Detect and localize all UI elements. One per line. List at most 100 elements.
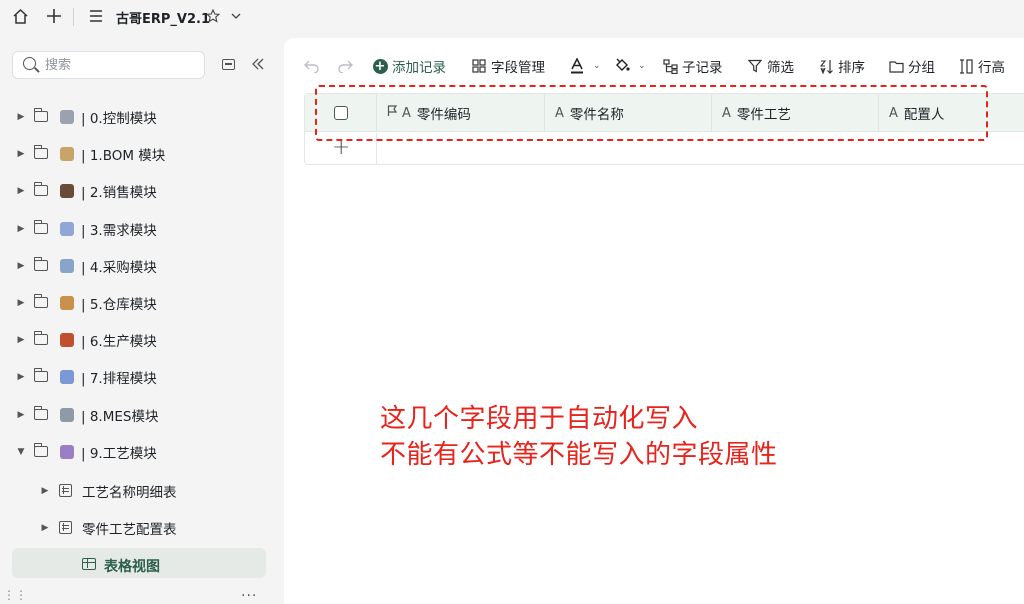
module-label: | 7.排程模块 — [81, 370, 157, 387]
sort-icon — [818, 58, 834, 74]
collapse-all-button[interactable] — [219, 55, 237, 73]
sidebar-module-item[interactable]: ▶ | 4.采购模块 — [0, 247, 284, 284]
folder-icon — [33, 182, 48, 196]
search-box[interactable] — [12, 51, 205, 79]
fill-color-button[interactable]: ⌄ — [614, 56, 646, 76]
plus-circle-icon: + — [372, 58, 388, 74]
sidebar-module-item[interactable]: ▶ | 2.销售模块 — [0, 172, 284, 209]
module-label: | 9.工艺模块 — [81, 445, 157, 462]
chevron-down-icon: ⌄ — [638, 61, 646, 71]
robot-icon — [60, 444, 74, 459]
add-record-button[interactable]: + 添加记录 — [372, 56, 446, 76]
caret-down-icon[interactable]: ▼ — [16, 447, 26, 457]
text-color-button[interactable]: ⌄ — [569, 56, 601, 76]
redo-icon — [338, 60, 353, 73]
folder-icon — [33, 368, 48, 382]
folder-icon — [33, 443, 48, 457]
caret-right-icon[interactable]: ▶ — [16, 372, 26, 382]
sidebar-table-item[interactable]: ▶ 工艺名称明细表 — [0, 472, 284, 509]
caret-right-icon[interactable]: ▶ — [40, 523, 50, 533]
caret-right-icon[interactable]: ▶ — [16, 149, 26, 159]
folder-icon — [33, 145, 48, 159]
filter-icon — [747, 58, 763, 74]
cart-icon — [60, 258, 74, 273]
sidebar-module-item[interactable]: ▶ | 5.仓库模块 — [0, 284, 284, 321]
caret-right-icon[interactable]: ▶ — [16, 298, 26, 308]
more-icon[interactable]: ··· — [241, 588, 258, 604]
group-label: 分组 — [908, 60, 935, 76]
table-view-icon — [82, 558, 96, 570]
sidebar-module-item[interactable]: ▶ | 0.控制模块 — [0, 98, 284, 135]
search-input[interactable] — [45, 56, 195, 74]
field-manage-button[interactable]: 字段管理 — [471, 56, 545, 76]
app-title: 古哥ERP_V2.1 — [116, 12, 211, 27]
module-label: | 6.生产模块 — [81, 333, 157, 350]
sort-label: 排序 — [838, 60, 865, 76]
table-icon — [59, 484, 72, 497]
sidebar-module-item[interactable]: ▶ | 8.MES模块 — [0, 396, 284, 433]
table-label: 工艺名称明细表 — [82, 484, 177, 501]
folder-icon — [888, 58, 904, 74]
table-label: 零件工艺配置表 — [82, 521, 177, 538]
sub-record-button[interactable]: 子记录 — [662, 56, 723, 76]
row-height-button[interactable]: 行高 — [958, 56, 1005, 76]
sidebar-module-item[interactable]: ▶ | 7.排程模块 — [0, 358, 284, 395]
calendar-icon — [60, 221, 74, 236]
drag-handle-icon[interactable]: ⋮⋮ — [3, 588, 27, 602]
sort-button[interactable]: 排序 — [818, 56, 865, 76]
redo-button[interactable] — [337, 56, 353, 76]
annotation-line-1: 这几个字段用于自动化写入 — [380, 404, 699, 434]
undo-button[interactable] — [304, 56, 320, 76]
calendar-icon — [60, 369, 74, 384]
module-label: | 0.控制模块 — [81, 110, 157, 127]
double-chevron-left-icon — [252, 58, 264, 70]
caret-right-icon[interactable]: ▶ — [40, 486, 50, 496]
undo-icon — [304, 60, 319, 73]
folder-icon — [33, 331, 48, 345]
row-height-icon — [958, 58, 974, 74]
grid-icon — [471, 58, 487, 74]
top-bar: 古哥ERP_V2.1 — [0, 0, 1024, 34]
caret-right-icon[interactable]: ▶ — [16, 261, 26, 271]
caret-right-icon[interactable]: ▶ — [16, 186, 26, 196]
folder-icon — [33, 220, 48, 234]
sidebar-table-item[interactable]: ▶ 零件工艺配置表 — [0, 509, 284, 546]
sub-record-label: 子记录 — [682, 60, 723, 76]
chevron-down-icon[interactable] — [226, 6, 246, 26]
annotation-line-2: 不能有公式等不能写入的字段属性 — [380, 440, 778, 470]
briefcase-icon — [60, 183, 74, 198]
module-label: | 1.BOM 模块 — [81, 147, 166, 164]
text-color-icon — [569, 58, 585, 74]
filter-button[interactable]: 筛选 — [747, 56, 794, 76]
highlight-box — [315, 85, 988, 141]
paint-bucket-icon — [614, 58, 630, 74]
caret-right-icon[interactable]: ▶ — [16, 335, 26, 345]
add-record-label: 添加记录 — [392, 60, 446, 76]
clipboard-icon — [60, 146, 74, 161]
module-label: | 4.采购模块 — [81, 259, 157, 276]
row-height-label: 行高 — [978, 60, 1005, 76]
minus-square-icon — [221, 58, 235, 70]
table-icon — [59, 521, 72, 534]
module-label: | 3.需求模块 — [81, 222, 157, 239]
caret-right-icon[interactable]: ▶ — [16, 224, 26, 234]
module-label: | 5.仓库模块 — [81, 296, 157, 313]
menu-icon[interactable] — [86, 6, 106, 26]
book-icon — [60, 332, 74, 347]
sidebar-module-item[interactable]: ▶ | 1.BOM 模块 — [0, 135, 284, 172]
sidebar-module-item[interactable]: ▼ | 9.工艺模块 — [0, 433, 284, 470]
field-manage-label: 字段管理 — [491, 60, 545, 76]
gear-icon — [60, 109, 74, 124]
caret-right-icon[interactable]: ▶ — [16, 410, 26, 420]
hierarchy-icon — [662, 58, 678, 74]
sidebar-module-item[interactable]: ▶ | 3.需求模块 — [0, 210, 284, 247]
star-icon[interactable] — [203, 6, 223, 26]
chevron-down-icon: ⌄ — [593, 61, 601, 71]
plus-icon[interactable] — [44, 6, 64, 26]
folder-icon — [33, 257, 48, 271]
caret-right-icon[interactable]: ▶ — [16, 112, 26, 122]
sidebar-module-item[interactable]: ▶ | 6.生产模块 — [0, 321, 284, 358]
home-icon[interactable] — [10, 6, 30, 26]
group-button[interactable]: 分组 — [888, 56, 935, 76]
collapse-sidebar-button[interactable] — [249, 55, 267, 73]
